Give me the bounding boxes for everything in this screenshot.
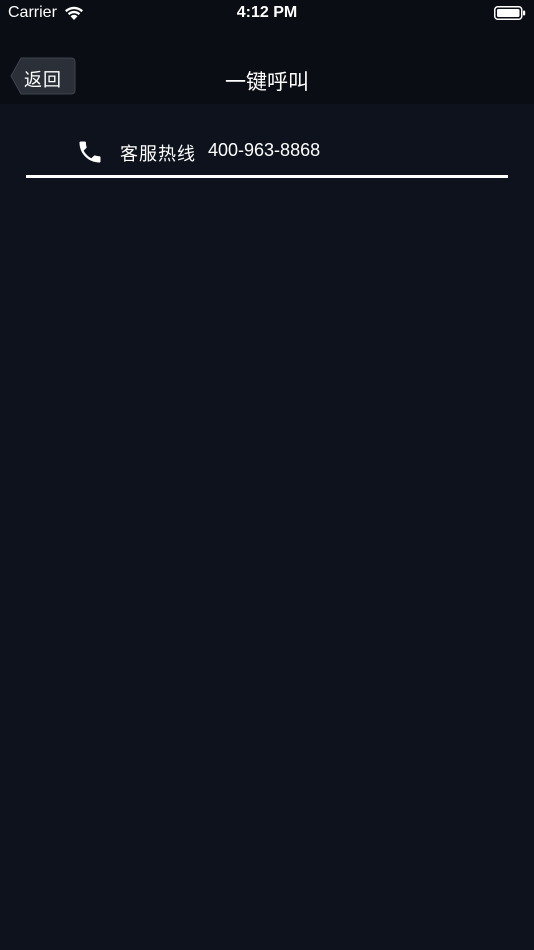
hotline-number: 400-963-8868	[208, 140, 321, 160]
navigation-bar: 返回 一键呼叫	[0, 28, 534, 104]
phone-icon	[76, 138, 104, 166]
hotline-call-row[interactable]: 客服热线 400-963-8868	[26, 124, 508, 176]
page-title: 一键呼叫	[225, 71, 309, 94]
status-time: 4:12 PM	[236, 4, 298, 21]
battery-icon	[494, 6, 526, 20]
row-divider	[26, 175, 508, 178]
hotline-label: 客服热线	[120, 144, 196, 164]
status-bar: Carrier 4:12 PM	[0, 0, 534, 28]
app-screen: Carrier 4:12 PM 返回 一键呼叫 客服热线 400-963-886…	[0, 0, 534, 950]
